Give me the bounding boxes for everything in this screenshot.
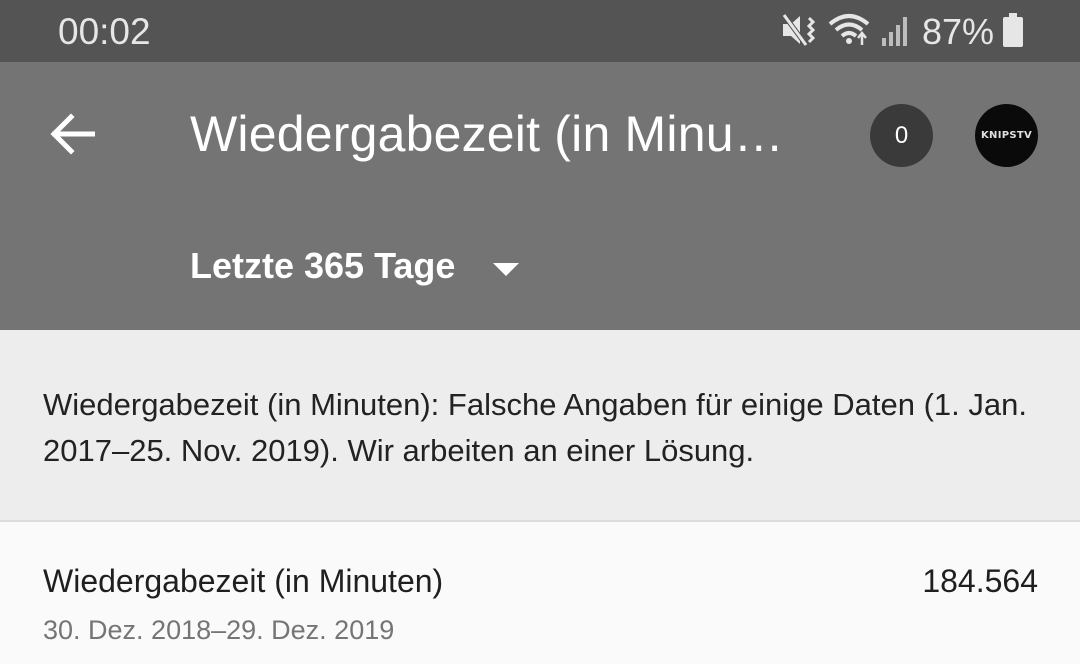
signal-icon [880,12,912,53]
status-bar: 00:02 87% [0,0,1080,62]
date-range-label: Letzte 365 Tage [190,245,456,286]
metric-row[interactable]: Wiedergabezeit (in Minuten) 184.564 30. … [0,522,1080,664]
notification-count-badge[interactable]: 0 [870,104,933,167]
metric-value: 184.564 [922,563,1038,599]
app-bar: Wiedergabezeit (in Minu… 0 KNIPSTV Letzt… [0,62,1080,330]
metric-date-range: 30. Dez. 2018–29. Dez. 2019 [43,615,395,645]
battery-percent: 87% [921,11,994,52]
data-issue-notice: Wiedergabezeit (in Minuten): Falsche Ang… [0,330,1080,522]
wifi-icon [828,12,870,53]
avatar-logo-text: KNIPSTV [980,130,1033,141]
metric-label: Wiedergabezeit (in Minuten) [43,563,444,599]
channel-avatar[interactable]: KNIPSTV [975,104,1038,167]
arrow-back-icon [50,113,95,155]
mute-vibrate-icon [780,12,818,53]
page-title: Wiedergabezeit (in Minu… [190,106,784,162]
status-time: 00:02 [58,11,151,52]
back-button[interactable] [38,100,106,168]
date-range-dropdown[interactable]: Letzte 365 Tage [190,238,520,294]
battery-icon [1002,12,1024,53]
dropdown-caret-icon [493,263,520,276]
status-icons: 87% [780,12,1024,52]
notice-text: Wiedergabezeit (in Minuten): Falsche Ang… [43,387,1027,468]
